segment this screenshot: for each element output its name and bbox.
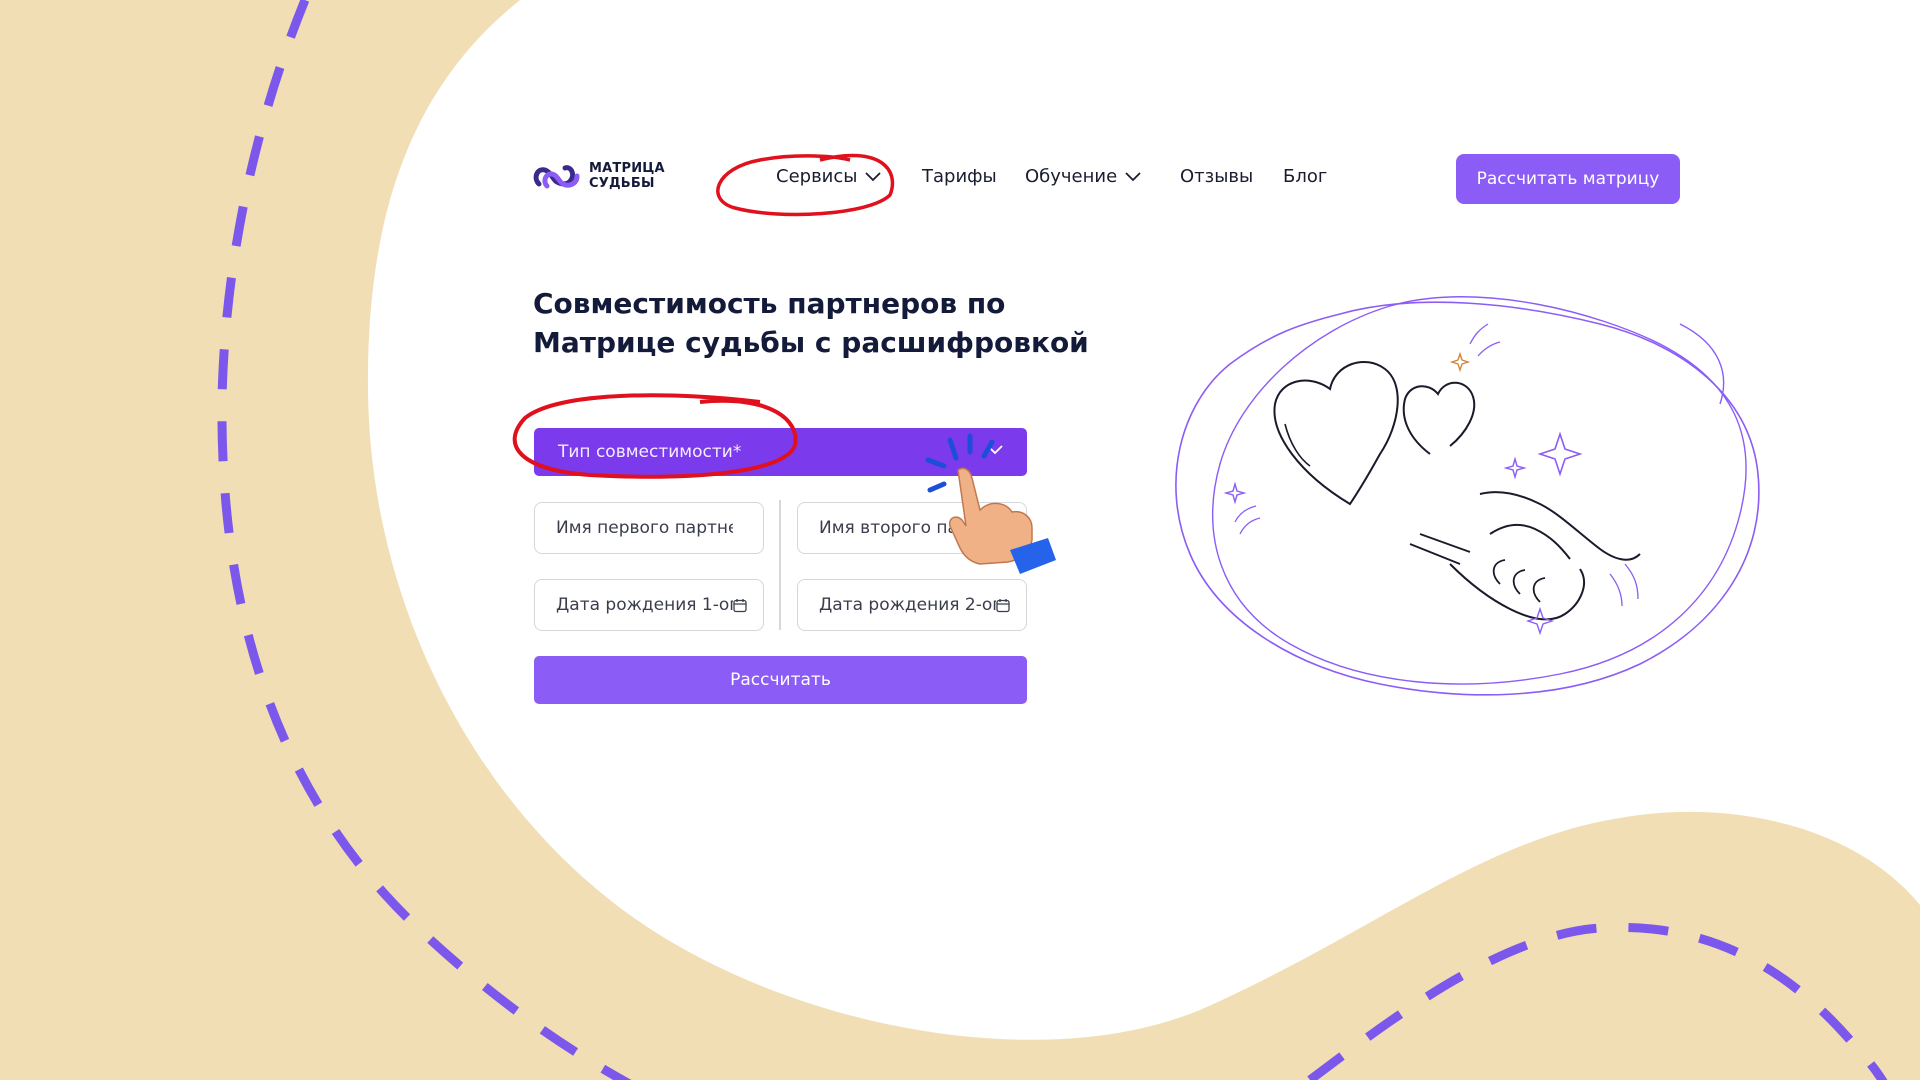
calendar-icon[interactable] — [996, 598, 1010, 613]
partner2-birthdate-placeholder: Дата рождения 2-ого — [819, 595, 996, 615]
nav-item-tariffs[interactable]: Тарифы — [922, 166, 997, 187]
logo-line-2: СУДЬБЫ — [589, 176, 655, 191]
partner2-birthdate-field[interactable]: Дата рождения 2-ого — [797, 579, 1027, 631]
nav-item-reviews[interactable]: Отзывы — [1180, 166, 1253, 187]
nav-item-label: Обучение — [1025, 166, 1118, 187]
brand-logo[interactable]: МАТРИЦА СУДЬБЫ — [533, 160, 665, 192]
nav-item-label: Сервисы — [776, 166, 858, 187]
partner1-name-placeholder: Имя первого партнера — [556, 518, 733, 538]
calendar-icon[interactable] — [733, 598, 747, 613]
page-title-line-1: Совместимость партнеров по — [533, 287, 1006, 320]
compatibility-type-label: Тип совместимости* — [558, 442, 742, 462]
chevron-down-icon — [865, 171, 882, 181]
compatibility-illustration — [1175, 296, 1760, 696]
logo-line-1: МАТРИЦА — [589, 161, 665, 176]
nav-item-label: Блог — [1283, 166, 1328, 187]
chevron-down-icon — [1125, 171, 1141, 181]
pointing-hand-icon — [925, 433, 1056, 574]
partner1-birthdate-placeholder: Дата рождения 1-ого — [556, 595, 733, 615]
form-divider — [779, 500, 781, 630]
nav-item-blog[interactable]: Блог — [1283, 166, 1327, 187]
infinity-logo-icon — [533, 165, 580, 189]
calculate-button[interactable]: Рассчитать — [534, 656, 1027, 704]
page-title-line-2: Матрице судьбы с расшифровкой — [533, 326, 1089, 359]
logo-text: МАТРИЦА СУДЬБЫ — [589, 161, 665, 191]
nav-item-education[interactable]: Обучение — [1025, 166, 1141, 187]
nav-item-label: Тарифы — [922, 166, 997, 187]
nav-item-services[interactable]: Сервисы — [776, 166, 882, 187]
page-title: Совместимость партнеров по Матрице судьб… — [533, 284, 1093, 362]
calculate-matrix-button[interactable]: Рассчитать матрицу — [1456, 154, 1680, 204]
partner1-name-field[interactable]: Имя первого партнера — [534, 502, 764, 554]
partner1-birthdate-field[interactable]: Дата рождения 1-ого — [534, 579, 764, 631]
nav-item-label: Отзывы — [1180, 166, 1254, 187]
